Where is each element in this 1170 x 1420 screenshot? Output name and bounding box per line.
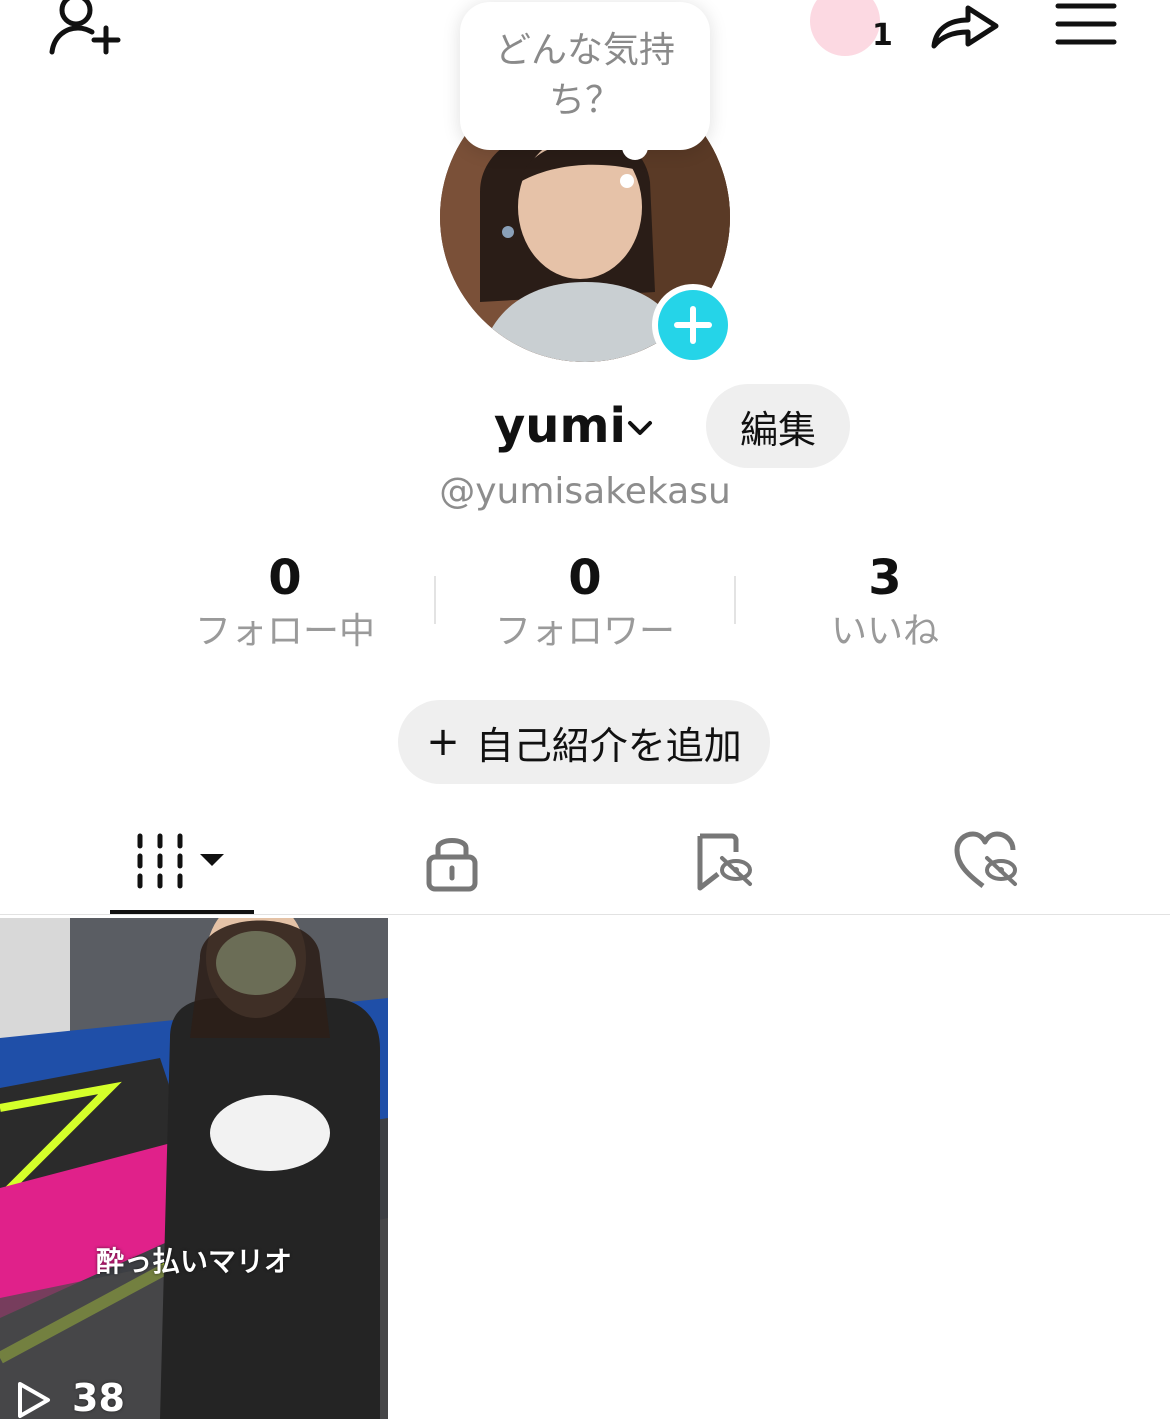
- tab-liked[interactable]: [916, 812, 1060, 912]
- story-notification[interactable]: 1: [810, 0, 893, 58]
- play-icon: [18, 1382, 50, 1418]
- stat-divider: [434, 576, 436, 624]
- add-user-icon: [49, 0, 121, 55]
- tab-videos[interactable]: [110, 812, 254, 912]
- tab-private[interactable]: [380, 812, 524, 912]
- add-bio-button[interactable]: + 自己紹介を追加: [398, 700, 770, 784]
- hamburger-icon: [1055, 3, 1117, 45]
- likes-count: 3: [868, 550, 902, 606]
- video-view-count: 38: [72, 1376, 125, 1420]
- plus-icon: +: [426, 719, 460, 765]
- bubble-dot: [620, 174, 634, 188]
- followers-label: フォロワー: [494, 611, 675, 652]
- edit-profile-button[interactable]: 編集: [706, 384, 850, 468]
- tab-divider: [0, 914, 1170, 915]
- tab-bookmarks[interactable]: [652, 812, 796, 912]
- video-thumbnail[interactable]: [0, 918, 388, 1419]
- story-count: 1: [872, 18, 893, 53]
- caret-down-icon: [200, 854, 224, 866]
- following-label: フォロー中: [194, 611, 375, 652]
- video-preview-image: [0, 918, 388, 1419]
- mood-bubble[interactable]: どんな気持ち？: [460, 2, 710, 150]
- add-story-button[interactable]: [652, 284, 734, 366]
- share-icon: [931, 5, 999, 49]
- add-friend-button[interactable]: [44, 0, 124, 60]
- plus-icon: [674, 306, 712, 344]
- stat-divider: [734, 576, 736, 624]
- grid-icon: [137, 833, 224, 889]
- menu-button[interactable]: [1054, 0, 1118, 50]
- plus-circle: [658, 290, 728, 360]
- chevron-down-icon[interactable]: [624, 412, 656, 444]
- stat-followers[interactable]: 0 フォロワー: [455, 548, 715, 654]
- followers-count: 0: [568, 550, 602, 606]
- lock-icon: [426, 838, 478, 892]
- mood-prompt-text: どんな気持ち？: [494, 30, 675, 121]
- following-count: 0: [268, 550, 302, 606]
- heart-hidden-icon: [954, 831, 1017, 888]
- story-ring-icon: [810, 0, 880, 56]
- user-handle: @yumisakekasu: [439, 471, 731, 512]
- stat-likes[interactable]: 3 いいね: [755, 548, 1015, 654]
- add-bio-label: 自己紹介を追加: [475, 723, 742, 768]
- likes-label: いいね: [830, 611, 939, 652]
- username[interactable]: yumi: [494, 396, 626, 456]
- stat-following[interactable]: 0 フォロー中: [155, 548, 415, 654]
- video-caption: 酔っ払いマリオ: [95, 1245, 292, 1278]
- bookmark-hidden-icon: [697, 833, 752, 891]
- share-button[interactable]: [926, 0, 1004, 56]
